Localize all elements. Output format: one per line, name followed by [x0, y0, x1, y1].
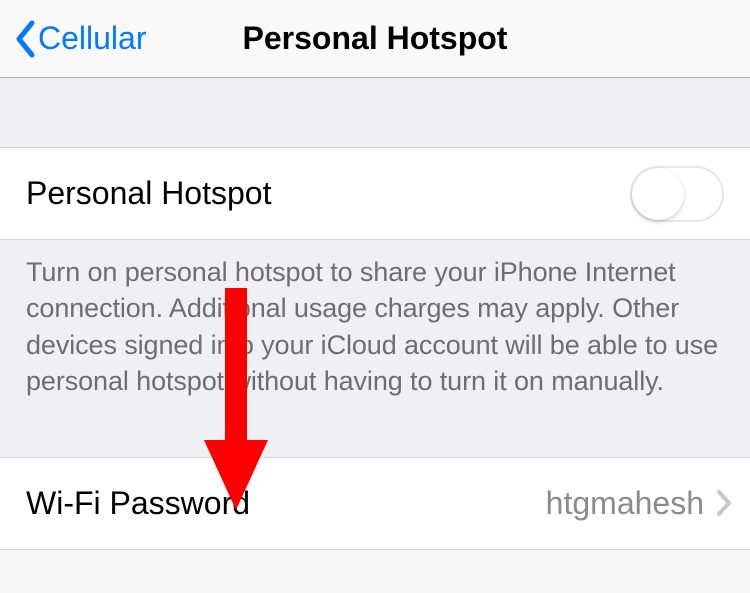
nav-bar: Cellular Personal Hotspot — [0, 0, 750, 78]
page-title: Personal Hotspot — [243, 20, 508, 57]
hotspot-description: Turn on personal hotspot to share your i… — [0, 240, 750, 422]
hotspot-label: Personal Hotspot — [26, 175, 271, 212]
wifi-password-row[interactable]: Wi-Fi Password htgmahesh — [0, 458, 750, 550]
back-button[interactable]: Cellular — [0, 20, 146, 58]
chevron-left-icon — [14, 20, 36, 58]
hotspot-toggle[interactable] — [630, 166, 724, 222]
hotspot-toggle-row: Personal Hotspot — [0, 148, 750, 240]
chevron-right-icon — [716, 489, 732, 517]
wifi-password-value: htgmahesh — [546, 485, 704, 522]
toggle-knob — [632, 168, 684, 220]
back-label: Cellular — [38, 20, 146, 57]
wifi-password-label: Wi-Fi Password — [26, 485, 546, 522]
section-gap — [0, 78, 750, 148]
section-gap-2 — [0, 422, 750, 458]
